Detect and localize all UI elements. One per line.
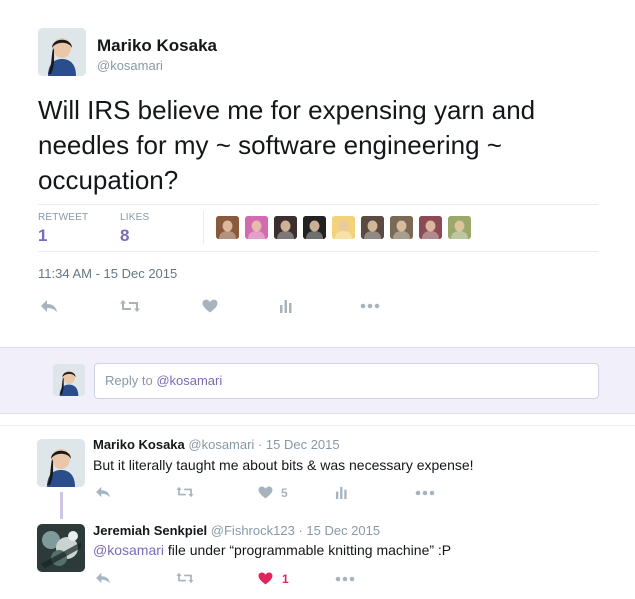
reply-1-author-handle[interactable]: @kosamari	[188, 437, 254, 452]
liker-3-avatar[interactable]	[274, 216, 297, 239]
liker-9-avatar[interactable]	[448, 216, 471, 239]
retweets-count[interactable]: 1	[38, 226, 47, 246]
reply-1-retweet-icon[interactable]	[175, 485, 195, 499]
liker-7-avatar[interactable]	[390, 216, 413, 239]
replies-divider	[0, 425, 635, 426]
reply-1-more-icon[interactable]	[413, 488, 437, 498]
reply-2-author-name[interactable]: Jeremiah Senkpiel	[93, 523, 207, 538]
author-handle[interactable]: @kosamari	[97, 58, 163, 73]
reply-1-header: Mariko Kosaka @kosamari · 15 Dec 2015	[93, 437, 340, 452]
thread-connector	[60, 492, 63, 519]
author-avatar[interactable]	[38, 28, 86, 76]
author-name[interactable]: Mariko Kosaka	[97, 36, 217, 56]
reply-2-header: Jeremiah Senkpiel @Fishrock123 · 15 Dec …	[93, 523, 380, 538]
liker-5-avatar[interactable]	[332, 216, 355, 239]
stats-divider-top	[38, 204, 598, 205]
liker-1-avatar[interactable]	[216, 216, 239, 239]
heart-icon[interactable]	[201, 298, 219, 314]
reply-icon[interactable]	[39, 298, 59, 314]
stats-divider-bottom	[38, 251, 598, 252]
reply-1-avatar[interactable]	[37, 439, 85, 487]
liker-4-avatar[interactable]	[303, 216, 326, 239]
reply-2-mention-link[interactable]: @kosamari	[93, 542, 164, 558]
reply-1-like-count: 5	[281, 486, 288, 500]
tweet-text: Will IRS believe me for expensing yarn a…	[38, 95, 536, 195]
reply-2-date[interactable]: · 15 Dec 2015	[298, 523, 380, 538]
reply-2-more-icon[interactable]	[333, 574, 357, 584]
reply-2-author-handle[interactable]: @Fishrock123	[211, 523, 295, 538]
reply-2-retweet-icon[interactable]	[175, 571, 195, 585]
more-icon[interactable]	[358, 298, 382, 314]
reply-2-heart-liked-icon[interactable]	[257, 571, 273, 585]
liker-6-avatar[interactable]	[361, 216, 384, 239]
reply-input[interactable]: Reply to @kosamari	[94, 363, 599, 399]
reply-1-author-name[interactable]: Mariko Kosaka	[93, 437, 185, 452]
likers-row	[216, 216, 471, 239]
analytics-icon[interactable]	[277, 298, 295, 314]
reply-1-reply-icon[interactable]	[94, 485, 112, 499]
liker-2-avatar[interactable]	[245, 216, 268, 239]
reply-input-mention: @kosamari	[156, 373, 223, 388]
reply-1-date[interactable]: · 15 Dec 2015	[258, 437, 340, 452]
reply-2-reply-icon[interactable]	[94, 571, 112, 585]
retweet-icon[interactable]	[119, 298, 141, 314]
reply-2-text-row: @kosamari file under “programmable knitt…	[93, 542, 451, 558]
reply-2-like-count: 1	[282, 572, 289, 586]
reply-2-text: file under “programmable knitting machin…	[164, 542, 452, 558]
reply-1-text: But it literally taught me about bits & …	[93, 457, 474, 473]
likes-count[interactable]: 8	[120, 226, 129, 246]
reply-1-analytics-icon[interactable]	[333, 485, 349, 499]
liker-8-avatar[interactable]	[419, 216, 442, 239]
reply-1-heart-icon[interactable]	[257, 485, 273, 499]
composer-avatar	[53, 364, 85, 396]
reply-2-avatar[interactable]	[37, 524, 85, 572]
stats-separator	[203, 211, 204, 244]
likes-label: LIKES	[120, 212, 150, 223]
reply-input-prefix: Reply to	[105, 373, 157, 388]
retweets-label: RETWEET	[38, 212, 89, 223]
tweet-timestamp[interactable]: 11:34 AM - 15 Dec 2015	[38, 266, 177, 281]
